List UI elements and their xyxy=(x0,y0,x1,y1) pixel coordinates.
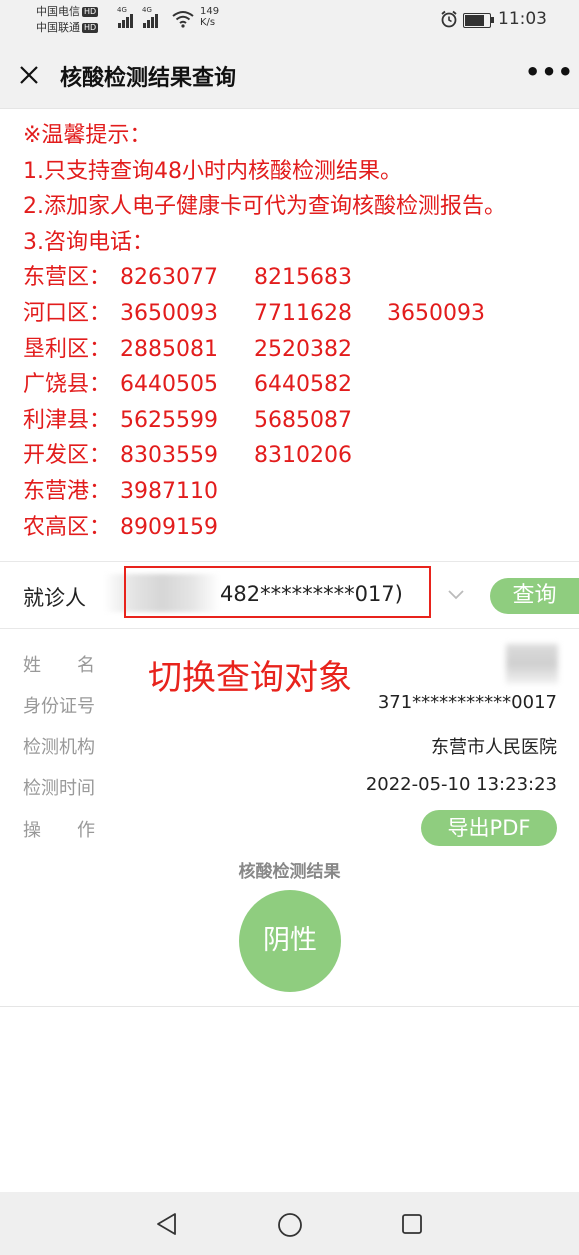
back-triangle-icon[interactable] xyxy=(155,1212,179,1236)
phone-row-kenli: 垦利区： 2885081 2520382 xyxy=(23,336,352,362)
result-badge: 阴性 xyxy=(239,890,341,992)
more-menu-button[interactable]: ••• xyxy=(525,58,574,86)
carrier-2: 中国联通 HD xyxy=(36,21,99,34)
net-speed: 149 K/s xyxy=(200,6,220,28)
detail-id-row: 身份证号 371***********0017 xyxy=(23,692,557,722)
phone-row-lijin: 利津县： 5625599 5685087 xyxy=(23,407,352,433)
divider xyxy=(0,1006,579,1007)
phone-row-kaifa: 开发区： 8303559 8310206 xyxy=(23,443,352,469)
query-button[interactable]: 查询 xyxy=(490,578,579,614)
phone-row-dongyinggang: 东营港： 3987110 xyxy=(23,478,218,504)
phone-row-nonggao: 农高区： 8909159 xyxy=(23,514,218,540)
name-label: 姓 名 xyxy=(23,655,95,676)
alarm-icon xyxy=(441,10,457,28)
system-nav-bar xyxy=(0,1192,579,1255)
wifi-icon xyxy=(172,11,194,28)
chevron-down-icon[interactable] xyxy=(448,590,464,600)
org-value: 东营市人民医院 xyxy=(431,737,557,758)
annotation-highlight-box xyxy=(124,566,431,618)
phone-row-guangrao: 广饶县： 6440505 6440582 xyxy=(23,372,352,398)
detail-name-row: 姓 名 xyxy=(23,651,557,681)
notice-line-2: 2.添加家人电子健康卡可代为查询核酸检测报告。 xyxy=(23,194,506,220)
notice-line-3: 3.咨询电话： xyxy=(23,229,154,255)
detail-op-row: 操 作 导出PDF xyxy=(23,810,557,846)
org-label: 检测机构 xyxy=(23,737,95,758)
op-label: 操 作 xyxy=(23,820,95,841)
carrier-1: 中国电信 HD xyxy=(36,5,99,18)
id-label: 身份证号 xyxy=(23,696,95,717)
time-label: 检测时间 xyxy=(23,778,95,799)
patient-selector-bar: 就诊人 482*********017) 查询 xyxy=(0,561,579,629)
patient-label: 就诊人 xyxy=(23,586,86,610)
export-pdf-button[interactable]: 导出PDF xyxy=(421,810,557,846)
phone-row-hekou: 河口区： 3650093 7711628 3650093 xyxy=(23,300,485,326)
detail-org-row: 检测机构 东营市人民医院 xyxy=(23,733,557,763)
recent-apps-icon[interactable] xyxy=(401,1213,423,1235)
notice-section: ※温馨提示： 1.只支持查询48小时内核酸检测结果。 2.添加家人电子健康卡可代… xyxy=(23,118,506,545)
signal-2-icon: 4G xyxy=(142,6,158,28)
battery-icon xyxy=(463,13,494,28)
notice-heading: ※温馨提示： xyxy=(23,123,152,148)
status-bar: 中国电信 HD 中国联通 HD 4G 4G 149 K/s 11:03 xyxy=(0,0,579,42)
notice-line-1: 1.只支持查询48小时内核酸检测结果。 xyxy=(23,158,402,184)
phone-row-dongying: 东营区： 8263077 8215683 xyxy=(23,265,352,291)
page-title: 核酸检测结果查询 xyxy=(60,66,237,91)
signal-1-icon: 4G xyxy=(117,6,133,28)
id-value: 371***********0017 xyxy=(377,692,557,713)
title-bar: 核酸检测结果查询 ••• xyxy=(0,42,579,109)
clock: 11:03 xyxy=(498,9,547,29)
detail-time-row: 检测时间 2022-05-10 13:23:23 xyxy=(23,774,557,804)
home-circle-icon[interactable] xyxy=(277,1212,303,1238)
close-icon[interactable] xyxy=(18,64,40,86)
result-title: 核酸检测结果 xyxy=(238,862,341,882)
time-value: 2022-05-10 13:23:23 xyxy=(365,774,557,795)
